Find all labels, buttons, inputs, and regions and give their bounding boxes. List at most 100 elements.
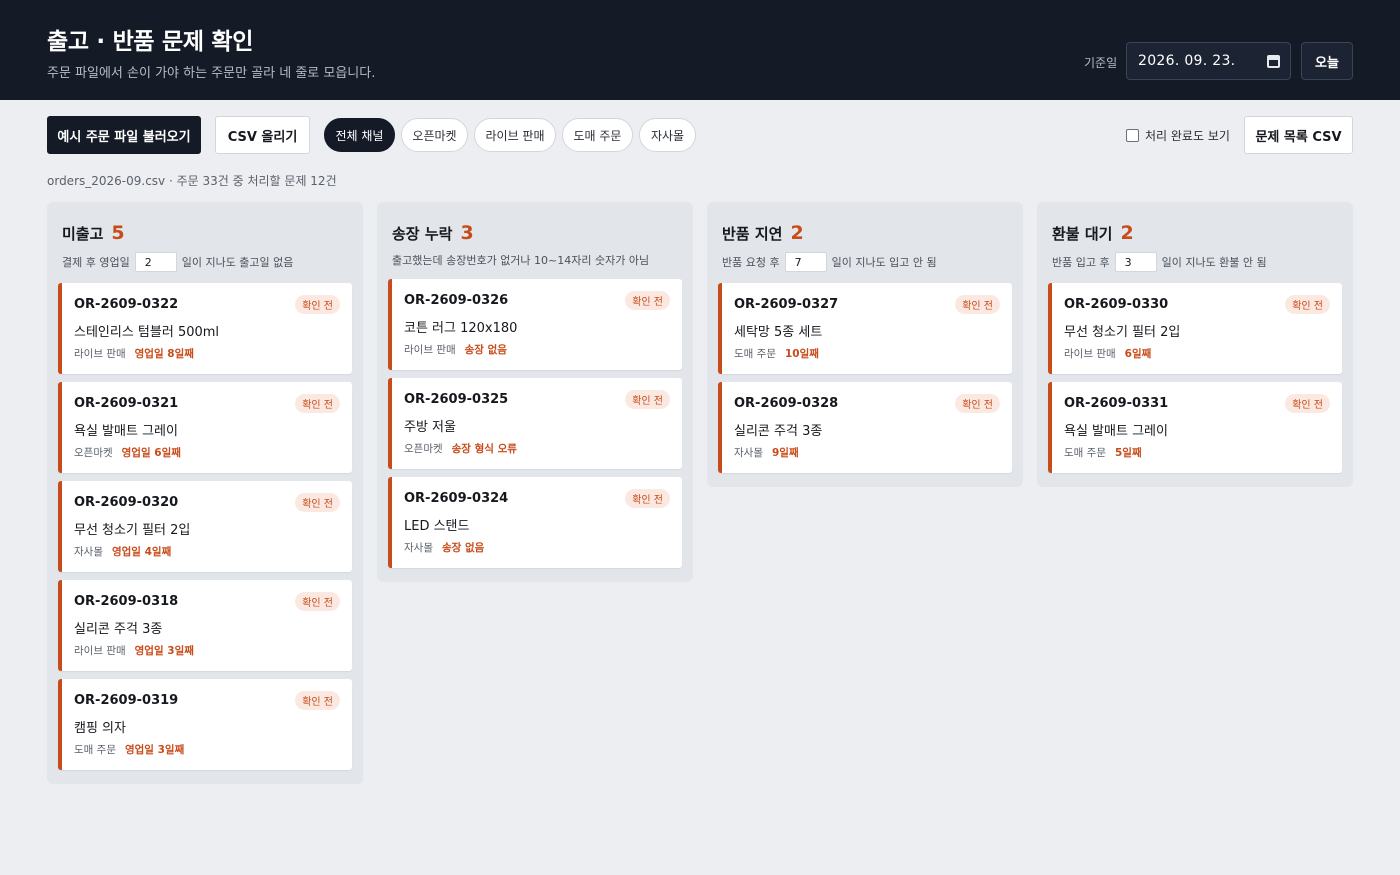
- channel-filter-wholesale[interactable]: 도매 주문: [562, 118, 633, 152]
- issue-detail: 영업일 3일째: [134, 645, 194, 657]
- column-description: 출고했는데 송장번호가 없거나 10~14자리 숫자가 아님: [392, 252, 649, 268]
- status-badge[interactable]: 확인 전: [295, 592, 340, 611]
- export-csv-button[interactable]: 문제 목록 CSV: [1244, 116, 1353, 154]
- sales-channel: 오픈마켓: [404, 443, 443, 455]
- desc-before: 반품 입고 후: [1052, 256, 1110, 269]
- issue-detail: 송장 없음: [464, 344, 507, 356]
- page-subtitle: 주문 파일에서 손이 가야 하는 주문만 골라 네 줄로 모읍니다.: [47, 66, 376, 81]
- status-badge[interactable]: 확인 전: [625, 489, 670, 508]
- order-card[interactable]: OR-2609-0322 확인 전 스테인리스 텀블러 500ml 라이브 판매 영업일…: [58, 283, 352, 374]
- status-badge[interactable]: 확인 전: [295, 295, 340, 314]
- column-header: 환불 대기 2: [1052, 222, 1134, 244]
- order-id: OR-2609-0331: [1064, 396, 1169, 411]
- order-meta: 자사몰 영업일 4일째: [74, 544, 171, 559]
- order-meta: 오픈마켓 영업일 6일째: [74, 445, 181, 460]
- product-name: 스테인리스 텀블러 500ml: [74, 325, 220, 340]
- order-id: OR-2609-0326: [404, 293, 509, 308]
- order-card[interactable]: OR-2609-0326 확인 전 코튼 러그 120x180 라이브 판매 송장 없음: [388, 279, 682, 370]
- column-title: 미출고: [62, 225, 104, 243]
- order-meta: 라이브 판매 6일째: [1064, 346, 1151, 361]
- threshold-input[interactable]: 2: [134, 252, 177, 272]
- issue-detail: 영업일 3일째: [124, 744, 185, 756]
- order-card[interactable]: OR-2609-0327 확인 전 세탁망 5종 세트 도매 주문 10일째: [718, 283, 1012, 374]
- status-badge[interactable]: 확인 전: [295, 691, 340, 710]
- product-name: 세탁망 5종 세트: [734, 325, 823, 340]
- channel-filter-live[interactable]: 라이브 판매: [474, 118, 556, 152]
- status-badge[interactable]: 확인 전: [295, 394, 340, 413]
- order-meta: 자사몰 9일째: [734, 445, 799, 460]
- order-card[interactable]: OR-2609-0318 확인 전 실리콘 주걱 3종 라이브 판매 영업일 3일째: [58, 580, 352, 671]
- date-picker[interactable]: 2026. 09. 23.: [1126, 42, 1291, 80]
- order-card[interactable]: OR-2609-0331 확인 전욕실 발매트 그레이도매 주문 5일째: [1048, 382, 1342, 473]
- calendar-icon[interactable]: [1267, 54, 1280, 68]
- issue-detail: 영업일 6일째: [121, 447, 181, 459]
- desc-after: 일이 지나도 출고일 없음: [181, 256, 294, 269]
- status-badge[interactable]: 확인 전: [1285, 295, 1330, 314]
- issue-detail: 영업일 4일째: [111, 546, 172, 558]
- status-badge[interactable]: 확인 전: [1285, 394, 1330, 413]
- sales-channel: 도매 주문: [1064, 447, 1106, 459]
- upload-csv-button[interactable]: CSV 올리기: [215, 116, 310, 154]
- product-name: 실리콘 주걱 3종: [734, 424, 823, 439]
- column-header: 송장 누락 3: [392, 222, 474, 244]
- column-missing-invoice: 송장 누락 3 출고했는데 송장번호가 없거나 10~14자리 숫자가 아님 OR-2…: [377, 202, 693, 582]
- order-card[interactable]: OR-2609-0325 확인 전 주방 저울 오픈마켓 송장 형식 오류: [388, 378, 682, 469]
- desc-after: 일이 지나도 환불 안 됨: [1161, 256, 1267, 269]
- column-count: 5: [111, 222, 125, 244]
- column-unshipped: 미출고 5 결제 후 영업일 2 일이 지나도 출고일 없음 OR-2609-0322 확인…: [47, 202, 363, 784]
- product-name: 실리콘 주걱 3종: [74, 622, 163, 637]
- toolbar: 예시 주문 파일 불러오기 CSV 올리기 전체 채널 오픈마켓 라이브 판매 …: [0, 116, 1400, 154]
- sales-channel: 자사몰: [74, 546, 103, 558]
- product-name: 욕실 발매트 그레이: [1064, 424, 1168, 439]
- sales-channel: 라이브 판매: [74, 348, 126, 360]
- status-badge[interactable]: 확인 전: [295, 493, 340, 512]
- order-meta: 라이브 판매 송장 없음: [404, 342, 507, 357]
- order-meta: 오픈마켓 송장 형식 오류: [404, 441, 517, 456]
- date-label: 기준일: [1084, 56, 1118, 70]
- status-badge[interactable]: 확인 전: [625, 291, 670, 310]
- order-meta: 라이브 판매 영업일 3일째: [74, 643, 194, 658]
- load-sample-button[interactable]: 예시 주문 파일 불러오기: [47, 116, 201, 154]
- desc-before: 반품 요청 후: [722, 256, 780, 269]
- top-header: 출고 · 반품 문제 확인 주문 파일에서 손이 가야 하는 주문만 골라 네 …: [0, 0, 1400, 100]
- issue-detail: 송장 형식 오류: [451, 443, 517, 455]
- column-title: 반품 지연: [722, 225, 783, 243]
- order-card[interactable]: OR-2609-0324 확인 전 LED 스탠드 자사몰 송장 없음: [388, 477, 682, 568]
- order-id: OR-2609-0324: [404, 491, 509, 506]
- issue-detail: 송장 없음: [441, 542, 485, 554]
- order-meta: 자사몰 송장 없음: [404, 540, 484, 555]
- order-id: OR-2609-0320: [74, 495, 179, 510]
- threshold-input[interactable]: 3: [1114, 252, 1157, 272]
- status-badge[interactable]: 확인 전: [955, 295, 1000, 314]
- column-header: 반품 지연 2: [722, 222, 804, 244]
- channel-filter-openmarket[interactable]: 오픈마켓: [401, 118, 468, 152]
- sales-channel: 라이브 판매: [74, 645, 126, 657]
- show-done-checkbox[interactable]: [1126, 129, 1139, 142]
- today-button[interactable]: 오늘: [1301, 42, 1353, 80]
- issue-detail: 9일째: [771, 447, 799, 459]
- order-card[interactable]: OR-2609-0320 확인 전 무선 청소기 필터 2입 자사몰 영업일 4일째: [58, 481, 352, 572]
- order-card[interactable]: OR-2609-0319 확인 전 캠핑 의자 도매 주문 영업일 3일째: [58, 679, 352, 770]
- sales-channel: 자사몰: [734, 447, 763, 459]
- order-id: OR-2609-0321: [74, 396, 179, 411]
- channel-filter-own-mall[interactable]: 자사몰: [639, 118, 696, 152]
- order-meta: 도매 주문 영업일 3일째: [74, 742, 184, 757]
- order-meta: 도매 주문 10일째: [734, 346, 819, 361]
- column-count: 3: [460, 222, 474, 244]
- issue-detail: 10일째: [784, 348, 819, 360]
- show-done-toggle[interactable]: 처리 완료도 보기: [1126, 127, 1230, 144]
- column-title: 송장 누락: [392, 225, 453, 243]
- product-name: 욕실 발매트 그레이: [74, 424, 178, 439]
- status-badge[interactable]: 확인 전: [955, 394, 1000, 413]
- issue-detail: 5일째: [1114, 447, 1142, 459]
- order-card[interactable]: OR-2609-0321 확인 전욕실 발매트 그레이오픈마켓 영업일 6일째: [58, 382, 352, 473]
- sales-channel: 자사몰: [404, 542, 433, 554]
- column-description: 결제 후 영업일 2 일이 지나도 출고일 없음: [62, 252, 293, 272]
- order-card[interactable]: OR-2609-0328 확인 전 실리콘 주걱 3종 자사몰 9일째: [718, 382, 1012, 473]
- column-description: 반품 입고 후 3 일이 지나도 환불 안 됨: [1052, 252, 1267, 272]
- threshold-input[interactable]: 7: [784, 252, 827, 272]
- desc-after: 일이 지나도 입고 안 됨: [831, 256, 937, 269]
- status-badge[interactable]: 확인 전: [625, 390, 670, 409]
- order-card[interactable]: OR-2609-0330 확인 전 무선 청소기 필터 2입 라이브 판매 6일째: [1048, 283, 1342, 374]
- channel-filter-all[interactable]: 전체 채널: [324, 118, 395, 152]
